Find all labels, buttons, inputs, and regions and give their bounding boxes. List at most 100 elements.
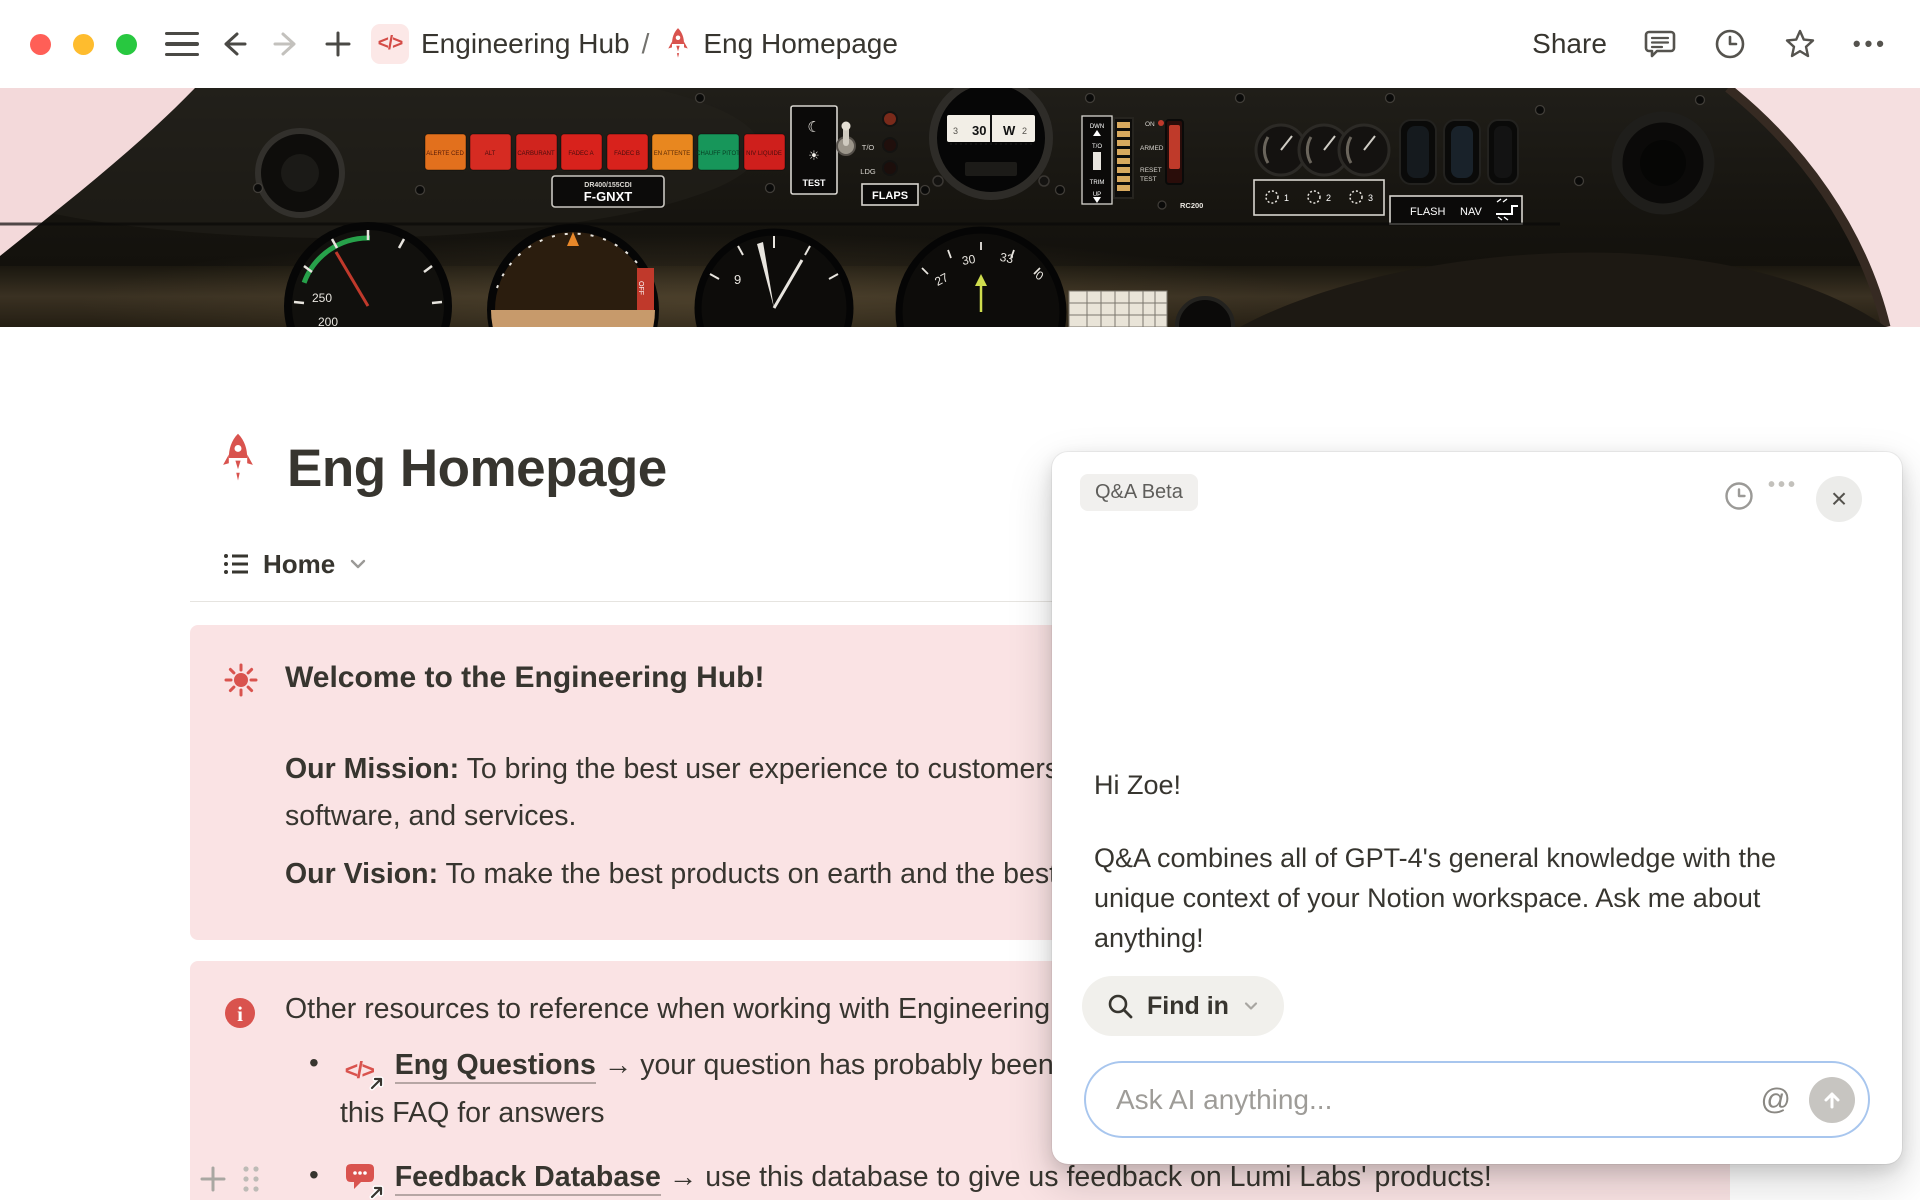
view-tab-label: Home [263, 549, 335, 580]
close-icon: × [1831, 483, 1847, 515]
find-in-button[interactable]: Find in [1082, 976, 1284, 1036]
back-arrow-icon [217, 27, 251, 61]
svg-text:RC200: RC200 [1180, 201, 1203, 210]
list-view-icon [222, 550, 250, 578]
mission-line-2: software, and services. [285, 800, 576, 833]
svg-text:NAV: NAV [1460, 206, 1482, 218]
page-title: Eng Homepage [287, 438, 667, 499]
mention-at-button[interactable]: @ [1761, 1083, 1791, 1117]
svg-text:FLAPS: FLAPS [872, 190, 908, 202]
plus-icon [321, 27, 355, 61]
forward-arrow-icon [269, 27, 303, 61]
breadcrumb-hub-icon[interactable]: </> [371, 24, 409, 64]
svg-text:☀: ☀ [808, 148, 820, 163]
hamburger-icon [165, 32, 199, 57]
send-button[interactable] [1809, 1077, 1855, 1123]
share-button[interactable]: Share [1532, 28, 1607, 60]
svg-text:ALT: ALT [485, 151, 496, 157]
svg-text:250: 250 [312, 291, 332, 305]
svg-text:30: 30 [961, 252, 977, 268]
page-rocket-icon[interactable] [216, 432, 260, 484]
svg-text:i: i [237, 1002, 243, 1026]
comments-icon[interactable] [1643, 27, 1677, 61]
page-cover-image[interactable]: ALERTE CED ALT CARBURANT FADEC A FADEC B… [0, 88, 1920, 327]
mission-label: Our Mission: [285, 753, 459, 785]
history-clock-icon[interactable] [1713, 27, 1747, 61]
qa-message: Q&A combines all of GPT-4's general know… [1094, 838, 1800, 958]
svg-text:DWN: DWN [1090, 124, 1104, 130]
cockpit-photo: ALERTE CED ALT CARBURANT FADEC A FADEC B… [0, 88, 1920, 327]
svg-text:CARBURANT: CARBURANT [517, 151, 555, 157]
svg-text:2: 2 [1022, 126, 1027, 136]
vision-label: Our Vision: [285, 858, 438, 890]
window-toolbar: </> Engineering Hub / Eng Homepage Share [0, 0, 1920, 88]
ask-ai-input-container: @ [1084, 1061, 1870, 1138]
qa-more-button[interactable]: ••• [1768, 474, 1798, 497]
more-options-button[interactable]: ••• [1853, 31, 1888, 57]
svg-text:TEST: TEST [1140, 176, 1157, 183]
chevron-down-icon [348, 554, 368, 574]
info-icon: i [224, 997, 256, 1029]
sun-icon [224, 663, 258, 697]
svg-text:LDG: LDG [860, 167, 876, 176]
svg-text:ALERTE CED: ALERTE CED [426, 151, 464, 157]
trim-indicator: DWN T/O TRIM UP [1082, 116, 1112, 204]
svg-text:200: 200 [318, 315, 338, 327]
svg-text:OFF: OFF [637, 281, 644, 295]
arrow-glyph: → [669, 1161, 698, 1193]
view-tab-home[interactable]: Home [222, 548, 368, 580]
svg-text:3: 3 [1368, 193, 1373, 203]
search-icon [1106, 992, 1134, 1020]
svg-text:NIV LIQUIDE: NIV LIQUIDE [746, 151, 782, 157]
arrow-up-icon [1820, 1088, 1844, 1112]
test-panel: ☾ ☀ TEST [791, 106, 837, 194]
svg-text:RESET: RESET [1140, 167, 1162, 174]
svg-text:FLASH: FLASH [1410, 206, 1446, 218]
eng-questions-link[interactable]: Eng Questions [395, 1049, 596, 1084]
arrow-glyph: → [604, 1049, 633, 1081]
svg-text:☾: ☾ [807, 119, 820, 136]
add-block-button[interactable] [198, 1164, 228, 1194]
find-in-label: Find in [1147, 992, 1229, 1021]
forward-button[interactable] [267, 25, 305, 63]
svg-text:T/O: T/O [862, 143, 875, 152]
eng-questions-desc-2: this FAQ for answers [340, 1097, 605, 1130]
sidebar-toggle-button[interactable] [163, 25, 201, 63]
qa-beta-badge: Q&A Beta [1080, 474, 1198, 511]
svg-text:ON: ON [1145, 121, 1155, 128]
new-tab-button[interactable] [319, 25, 357, 63]
svg-text:FADEC A: FADEC A [568, 151, 593, 157]
favorite-star-icon[interactable] [1783, 27, 1817, 61]
minimize-window-button[interactable] [73, 34, 94, 55]
list-item-feedback-database: • Feedback Database → use this database … [309, 1161, 1492, 1194]
flash-nav-panel: FLASH NAV [1390, 120, 1522, 224]
zoom-window-button[interactable] [116, 34, 137, 55]
bullet-glyph: • [309, 1159, 319, 1191]
qa-close-button[interactable]: × [1816, 476, 1862, 522]
qa-history-icon[interactable] [1723, 480, 1755, 512]
back-button[interactable] [215, 25, 253, 63]
svg-text:F-GNXT: F-GNXT [584, 189, 632, 204]
svg-text:FADEC B: FADEC B [614, 151, 640, 157]
welcome-title: Welcome to the Engineering Hub! [285, 661, 764, 695]
resources-intro: Other resources to reference when workin… [285, 993, 1058, 1026]
drag-handle[interactable] [240, 1163, 262, 1195]
ask-ai-input[interactable] [1086, 1084, 1761, 1116]
breadcrumb-separator: / [642, 28, 650, 60]
code-link-icon: </> [345, 1053, 381, 1085]
bullet-glyph: • [309, 1047, 319, 1079]
svg-text:3: 3 [953, 126, 958, 136]
breadcrumb-page[interactable]: Eng Homepage [703, 28, 898, 60]
svg-text:30: 30 [972, 123, 986, 138]
close-window-button[interactable] [30, 34, 51, 55]
svg-text:9: 9 [734, 272, 741, 287]
svg-text:EN ATTENTE: EN ATTENTE [654, 151, 691, 157]
svg-text:DR400/155CDI: DR400/155CDI [584, 182, 632, 189]
chevron-down-icon [1242, 997, 1260, 1015]
svg-text:2: 2 [1326, 193, 1331, 203]
breadcrumb-hub[interactable]: Engineering Hub [421, 28, 630, 60]
svg-text:TRIM: TRIM [1090, 180, 1105, 186]
qa-ai-panel: Q&A Beta ••• × Hi Zoe! Q&A combines all … [1052, 452, 1902, 1164]
feedback-database-link[interactable]: Feedback Database [395, 1161, 661, 1196]
feedback-link-icon [345, 1162, 381, 1194]
